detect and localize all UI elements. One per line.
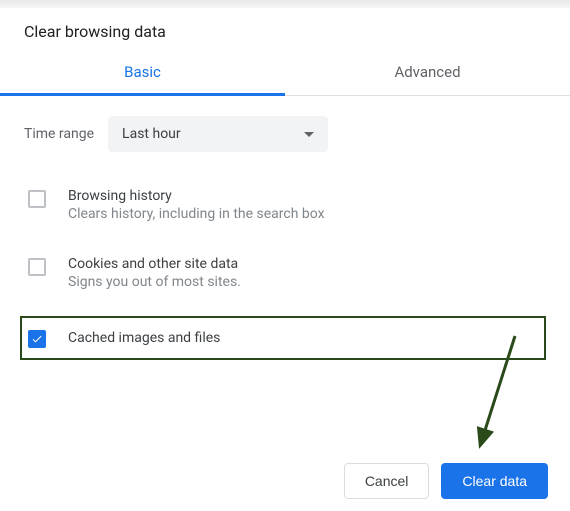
option-cached-highlight-box: Cached images and files	[20, 316, 546, 360]
tab-advanced[interactable]: Advanced	[285, 51, 570, 95]
checkbox-browsing-history[interactable]	[28, 190, 46, 208]
time-range-label: Time range	[24, 126, 94, 142]
checkbox-cookies[interactable]	[28, 258, 46, 276]
tab-row: Basic Advanced	[0, 51, 570, 96]
dialog-top-shadow	[0, 0, 570, 8]
check-icon	[31, 333, 43, 345]
tab-basic-label: Basic	[124, 63, 161, 81]
time-range-select[interactable]: Last hour	[108, 116, 328, 152]
clear-data-button[interactable]: Clear data	[441, 463, 548, 499]
option-title: Browsing history	[68, 188, 325, 204]
option-title: Cookies and other site data	[68, 256, 241, 272]
clear-data-button-label: Clear data	[462, 473, 527, 489]
option-title: Cached images and files	[68, 330, 220, 346]
cancel-button-label: Cancel	[365, 473, 409, 489]
option-text: Cached images and files	[68, 330, 220, 346]
option-sub: Clears history, including in the search …	[68, 206, 325, 222]
checkbox-cached[interactable]	[28, 330, 46, 348]
dialog-footer: Cancel Clear data	[344, 463, 548, 499]
tab-basic[interactable]: Basic	[0, 51, 285, 95]
chevron-down-icon	[304, 132, 314, 137]
tab-advanced-label: Advanced	[394, 63, 460, 81]
time-range-value: Last hour	[122, 126, 181, 142]
option-sub: Signs you out of most sites.	[68, 274, 241, 290]
option-cookies: Cookies and other site data Signs you ou…	[24, 248, 546, 298]
cancel-button[interactable]: Cancel	[344, 463, 430, 499]
dialog-title: Clear browsing data	[0, 8, 570, 51]
option-browsing-history: Browsing history Clears history, includi…	[24, 180, 546, 230]
dialog-content: Time range Last hour Browsing history Cl…	[0, 96, 570, 360]
time-range-row: Time range Last hour	[24, 116, 546, 152]
option-text: Browsing history Clears history, includi…	[68, 188, 325, 222]
option-text: Cookies and other site data Signs you ou…	[68, 256, 241, 290]
